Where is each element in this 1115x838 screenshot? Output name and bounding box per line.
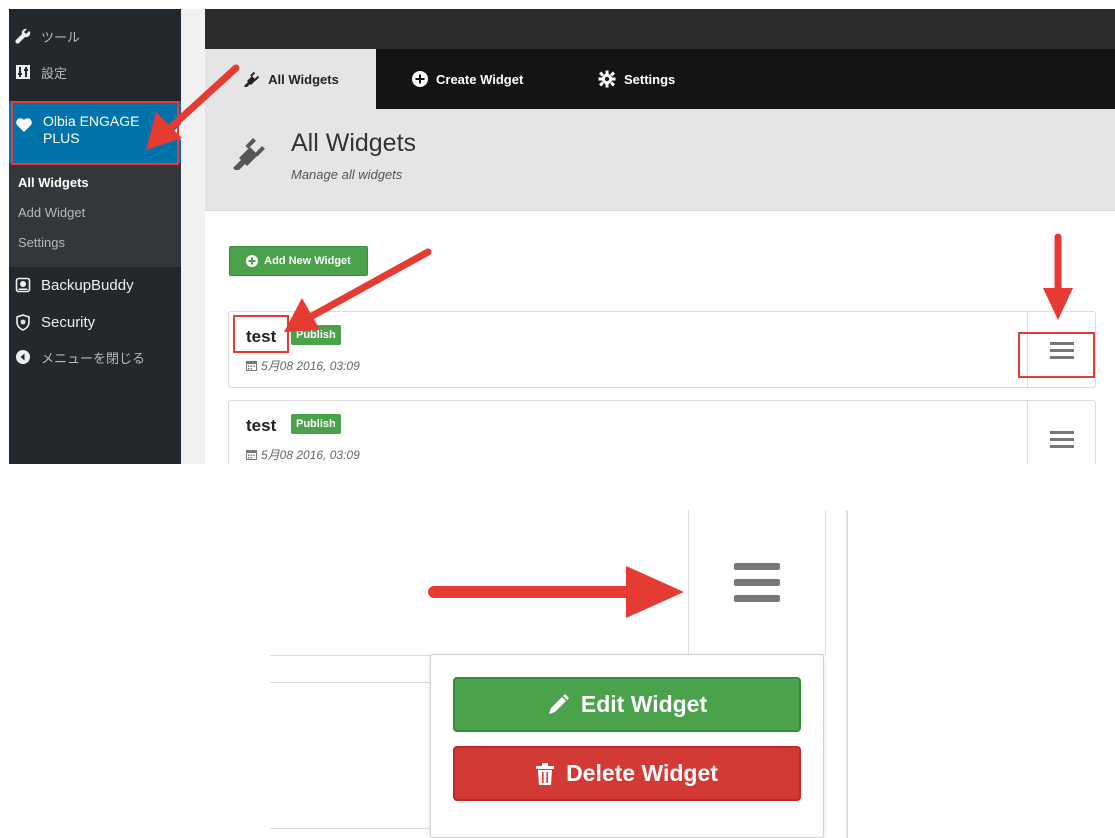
submenu-all-widgets[interactable]: All Widgets	[18, 175, 89, 190]
wrench-icon	[14, 27, 32, 45]
dropdown-zoom-screenshot: Edit Widget Delete Widget	[270, 510, 880, 838]
trash-icon	[536, 762, 555, 785]
collapse-icon	[14, 348, 32, 366]
widget-date-text: 5月08 2016, 03:09	[261, 359, 360, 373]
page-subtitle: Manage all widgets	[291, 167, 403, 182]
calendar-icon	[246, 361, 257, 371]
plug-icon	[244, 71, 260, 87]
pencil-icon	[548, 693, 569, 714]
delete-widget-label: Delete Widget	[566, 760, 718, 786]
sidebar-item-settings[interactable]: 設定	[9, 57, 181, 87]
admin-sidebar: ツール 設定 Olbia ENGAGE PLUS All Widgets Add…	[9, 9, 181, 464]
widget-date-text: 5月08 2016, 03:09	[261, 448, 360, 462]
widget-row: test Publish 5月08 2016, 03:09	[228, 400, 1096, 464]
sidebar-item-label: 設定	[41, 66, 68, 82]
add-new-widget-button[interactable]: Add New Widget	[229, 246, 368, 276]
hamburger-icon	[734, 563, 780, 602]
plug-icon	[233, 138, 265, 170]
olbia-submenu: All Widgets Add Widget Settings	[9, 163, 181, 267]
add-new-widget-label: Add New Widget	[264, 255, 351, 267]
submenu-settings[interactable]: Settings	[18, 235, 65, 250]
sidebar-collapse[interactable]: メニューを閉じる	[9, 342, 181, 372]
divider	[270, 828, 430, 829]
submenu-add-widget[interactable]: Add Widget	[18, 205, 85, 220]
edit-widget-label: Edit Widget	[580, 691, 708, 717]
page-header: All Widgets Manage all widgets	[205, 109, 1115, 211]
settings-icon	[14, 63, 32, 81]
plugin-tabs: All Widgets Create Widget Settings	[205, 49, 1115, 109]
page-title: All Widgets	[291, 129, 417, 157]
delete-widget-button[interactable]: Delete Widget	[453, 746, 801, 801]
shield-icon	[14, 313, 32, 331]
widget-date: 5月08 2016, 03:09	[246, 446, 360, 463]
sidebar-item-tools[interactable]: ツール	[9, 21, 181, 51]
sidebar-item-label: ツール	[41, 30, 81, 46]
edit-widget-button[interactable]: Edit Widget	[453, 677, 801, 732]
plus-circle-icon	[246, 255, 259, 267]
widget-date: 5月08 2016, 03:09	[246, 357, 360, 374]
status-badge: Publish	[291, 325, 341, 345]
sidebar-item-label: メニューを閉じる	[41, 351, 146, 367]
backup-icon	[14, 276, 32, 294]
widget-row: test Publish 5月08 2016, 03:09	[228, 311, 1096, 388]
gear-icon	[598, 70, 616, 88]
sidebar-item-label: BackupBuddy	[41, 276, 134, 294]
plugin-screenshot: ツール 設定 Olbia ENGAGE PLUS All Widgets Add…	[9, 9, 1115, 464]
calendar-icon	[246, 450, 257, 460]
zoomed-menu-cell[interactable]	[688, 510, 826, 655]
tab-label: Create Widget	[436, 71, 524, 87]
sidebar-item-backupbuddy[interactable]: BackupBuddy	[9, 270, 181, 300]
status-badge: Publish	[291, 414, 341, 434]
tab-all-widgets[interactable]: All Widgets	[205, 49, 376, 109]
plugin-main: All Widgets Create Widget Settings All W…	[205, 9, 1115, 464]
widget-menu-button[interactable]	[1027, 401, 1095, 464]
divider	[846, 510, 848, 838]
widget-action-dropdown: Edit Widget Delete Widget	[430, 654, 824, 838]
tab-settings[interactable]: Settings	[598, 49, 675, 109]
tab-label: All Widgets	[268, 71, 339, 87]
tab-create-widget[interactable]: Create Widget	[412, 49, 523, 109]
highlight-box-menu-button	[1018, 332, 1095, 378]
sidebar-item-label: Security	[41, 313, 96, 331]
divider	[270, 682, 430, 683]
sidebar-item-security[interactable]: Security	[9, 307, 181, 337]
top-bar	[205, 9, 1115, 49]
hamburger-icon	[1049, 430, 1074, 448]
plus-circle-icon	[412, 71, 428, 87]
tab-label: Settings	[624, 71, 676, 87]
widget-name[interactable]: test	[246, 416, 276, 436]
highlight-box-olbia-menu	[11, 101, 179, 165]
highlight-box-widget-name	[233, 315, 289, 353]
